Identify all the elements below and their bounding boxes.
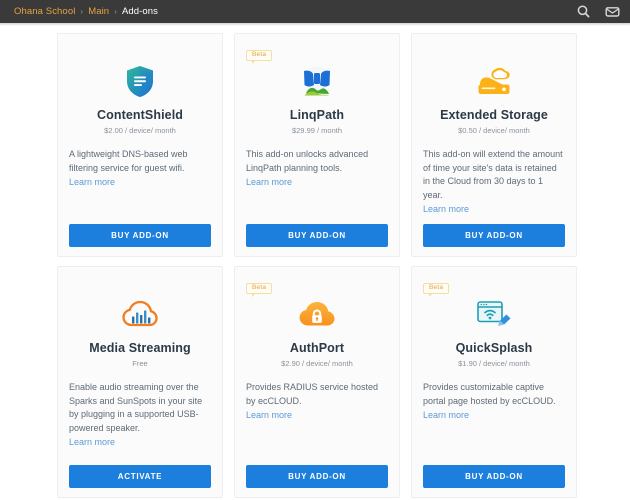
addon-card-footer: BUY ADD-ON xyxy=(423,465,565,497)
addon-description: Provides customizable captive portal pag… xyxy=(423,381,565,423)
addon-description-text: This add-on unlocks advanced LinqPath pl… xyxy=(246,149,369,173)
addon-title: Extended Storage xyxy=(440,108,548,122)
addon-card-media-streaming[interactable]: Media Streaming Free Enable audio stream… xyxy=(57,266,223,498)
learn-more-link[interactable]: Learn more xyxy=(246,409,292,423)
shield-icon xyxy=(69,58,211,104)
addon-description-text: A lightweight DNS-based web filtering se… xyxy=(69,149,188,173)
mail-icon[interactable] xyxy=(605,4,620,19)
addon-card-contentshield[interactable]: ContentShield $2.00 / device/ month A li… xyxy=(57,33,223,257)
badge-slot: Beta xyxy=(423,276,565,297)
buy-addon-button[interactable]: BUY ADD-ON xyxy=(69,224,211,247)
addon-price: $2.90 / device/ month xyxy=(281,359,353,368)
addon-title: QuickSplash xyxy=(455,341,533,355)
addon-price: $2.00 / device/ month xyxy=(104,126,176,135)
addon-price: $29.99 / month xyxy=(291,126,343,135)
learn-more-link[interactable]: Learn more xyxy=(69,436,115,450)
addon-title: LinqPath xyxy=(289,108,345,122)
addon-description-text: Provides RADIUS service hosted by ecCLOU… xyxy=(246,382,379,406)
badge-slot xyxy=(69,43,211,56)
breadcrumb-item-current: Add-ons xyxy=(121,6,159,17)
addon-price: Free xyxy=(132,359,148,368)
breadcrumb-separator: › xyxy=(114,7,117,16)
badge-slot xyxy=(423,43,565,56)
addon-card-authport[interactable]: Beta AuthPort $2.90 / device/ month Prov… xyxy=(234,266,400,498)
activate-button[interactable]: ACTIVATE xyxy=(69,465,211,488)
cloud-drive-icon xyxy=(423,58,565,104)
learn-more-link[interactable]: Learn more xyxy=(423,409,469,423)
addon-card-extended-storage[interactable]: Extended Storage $0.50 / device/ month T… xyxy=(411,33,577,257)
binoculars-icon xyxy=(246,58,388,104)
badge-slot: Beta xyxy=(246,276,388,297)
addon-card-linqpath[interactable]: Beta LinqPath $29.99 / month This add-on… xyxy=(234,33,400,257)
topbar-actions xyxy=(576,4,620,19)
breadcrumb-item-main[interactable]: Main xyxy=(88,6,109,17)
addon-description: Enable audio streaming over the Sparks a… xyxy=(69,381,211,450)
cloud-equalizer-icon xyxy=(69,291,211,337)
addon-description: Provides RADIUS service hosted by ecCLOU… xyxy=(246,381,388,423)
breadcrumb-separator: › xyxy=(80,7,84,16)
cloud-lock-icon xyxy=(246,291,388,337)
beta-badge: Beta xyxy=(246,50,273,64)
addon-title: Media Streaming xyxy=(89,341,191,355)
addons-grid: ContentShield $2.00 / device/ month A li… xyxy=(57,33,577,498)
addon-card-footer: BUY ADD-ON xyxy=(246,465,388,497)
buy-addon-button[interactable]: BUY ADD-ON xyxy=(423,224,565,247)
badge-slot xyxy=(69,276,211,289)
badge-slot: Beta xyxy=(246,43,388,64)
addons-page: ContentShield $2.00 / device/ month A li… xyxy=(0,26,630,500)
buy-addon-button[interactable]: BUY ADD-ON xyxy=(246,465,388,488)
breadcrumb-item-root[interactable]: Ohana School xyxy=(14,6,75,17)
learn-more-link[interactable]: Learn more xyxy=(246,176,292,190)
beta-badge: Beta xyxy=(246,283,273,297)
addon-description-text: Enable audio streaming over the Sparks a… xyxy=(69,382,203,433)
addon-description: This add-on unlocks advanced LinqPath pl… xyxy=(246,148,388,190)
addon-card-footer: BUY ADD-ON xyxy=(69,224,211,256)
buy-addon-button[interactable]: BUY ADD-ON xyxy=(423,465,565,488)
learn-more-link[interactable]: Learn more xyxy=(423,203,469,217)
addon-description-text: This add-on will extend the amount of ti… xyxy=(423,149,563,200)
buy-addon-button[interactable]: BUY ADD-ON xyxy=(246,224,388,247)
breadcrumb: Ohana School › Main › Add-ons xyxy=(14,6,158,17)
addon-description: A lightweight DNS-based web filtering se… xyxy=(69,148,211,190)
addon-card-footer: ACTIVATE xyxy=(69,465,211,497)
addon-title: ContentShield xyxy=(96,108,184,122)
captive-portal-icon xyxy=(423,291,565,337)
addon-description: This add-on will extend the amount of ti… xyxy=(423,148,565,217)
addon-card-footer: BUY ADD-ON xyxy=(423,224,565,256)
addon-description-text: Provides customizable captive portal pag… xyxy=(423,382,556,406)
learn-more-link[interactable]: Learn more xyxy=(69,176,115,190)
addon-card-quicksplash[interactable]: Beta QuickSplash $1.90 / device/ month P… xyxy=(411,266,577,498)
top-bar: Ohana School › Main › Add-ons xyxy=(0,0,630,23)
addon-title: AuthPort xyxy=(289,341,345,355)
beta-badge: Beta xyxy=(423,283,450,297)
addon-card-footer: BUY ADD-ON xyxy=(246,224,388,256)
search-icon[interactable] xyxy=(576,4,591,19)
addon-price: $0.50 / device/ month xyxy=(458,126,530,135)
addon-price: $1.90 / device/ month xyxy=(458,359,530,368)
